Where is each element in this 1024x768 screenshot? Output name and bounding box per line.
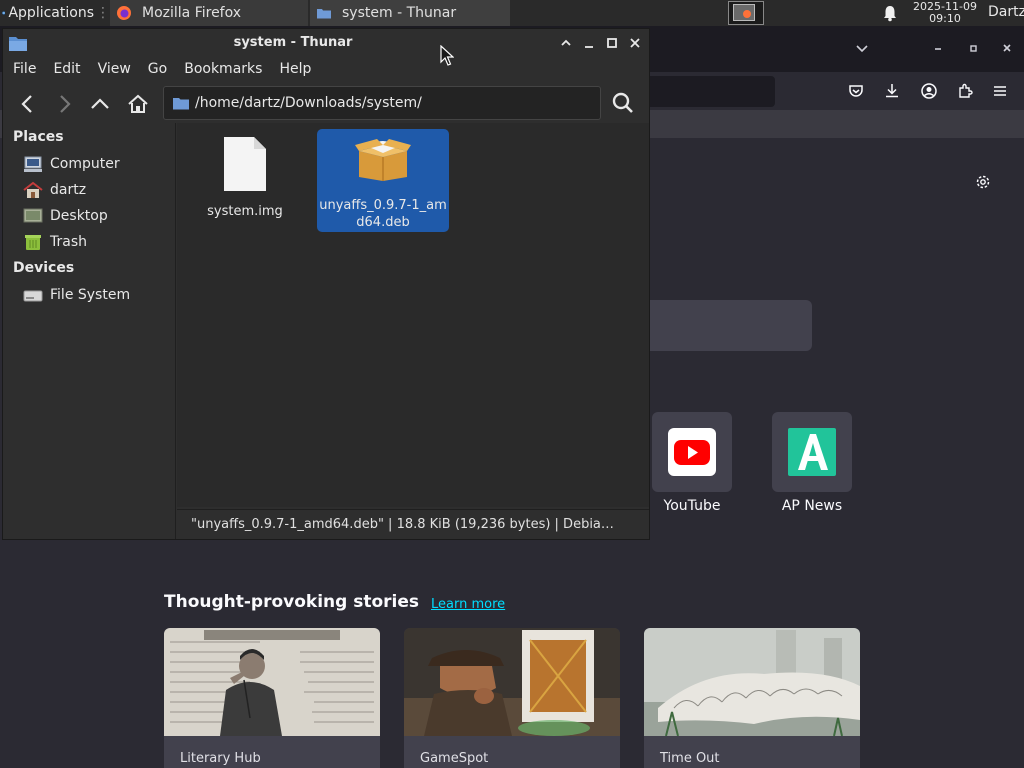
maximize-icon[interactable] <box>604 35 620 51</box>
file-name-line-1: unyaffs_0.9.7-1_am <box>319 198 447 213</box>
firefox-icon <box>117 6 131 20</box>
sidebar-item-trash[interactable]: Trash <box>3 229 175 255</box>
thunar-window-title: system - Thunar <box>233 35 353 50</box>
drive-icon <box>23 290 43 302</box>
user-menu[interactable]: Dartz <box>988 4 1024 20</box>
file-name-line-2: d64.deb <box>356 215 410 230</box>
applications-label: Applications <box>8 5 94 21</box>
file-name: system.img <box>207 204 283 219</box>
mouse-pointer-icon <box>440 45 454 66</box>
menu-view[interactable]: View <box>88 61 138 77</box>
package-icon <box>355 139 411 181</box>
taskbar-item-label: system - Thunar <box>342 5 457 21</box>
shortcut-label-youtube: YouTube <box>663 498 721 514</box>
thunar-window: system - Thunar File Edit View Go Bookma… <box>2 28 650 540</box>
hamburger-menu-icon[interactable] <box>991 82 1009 100</box>
minimize-icon[interactable] <box>928 38 948 58</box>
pager-firefox-icon <box>743 10 751 18</box>
story-card-gamespot[interactable]: GameSpot <box>404 628 620 768</box>
parent-folder-arrow-icon[interactable] <box>89 93 111 115</box>
sidebar-item-computer[interactable]: Computer <box>3 151 175 177</box>
story-source: Time Out <box>660 751 720 766</box>
notification-bell-icon[interactable] <box>881 4 899 22</box>
settings-gear-icon[interactable] <box>973 172 993 192</box>
thunar-sidebar: Places Computer dartz Desktop Trash Devi… <box>3 123 176 539</box>
menu-help[interactable]: Help <box>269 61 318 77</box>
workspace-pager[interactable] <box>728 1 764 25</box>
forward-arrow-icon[interactable] <box>53 93 75 115</box>
story-thumbnail-modern-building <box>644 628 860 736</box>
extensions-icon[interactable] <box>956 82 974 100</box>
folder-icon <box>317 9 331 19</box>
story-thumbnail-indiana-jones <box>404 628 620 736</box>
location-bar[interactable]: /home/dartz/Downloads/system/ <box>163 86 601 120</box>
shortcut-ap-news[interactable] <box>772 412 852 492</box>
places-header: Places <box>13 129 64 145</box>
taskbar-item-thunar[interactable]: system - Thunar <box>310 0 510 26</box>
trash-icon <box>25 235 41 250</box>
shade-icon[interactable] <box>558 35 574 51</box>
menu-edit[interactable]: Edit <box>43 61 87 77</box>
shortcut-label-ap-news: AP News <box>781 498 843 514</box>
status-bar: "unyaffs_0.9.7-1_amd64.deb" | 18.8 KiB (… <box>177 509 649 539</box>
computer-icon <box>24 156 42 172</box>
story-card-literary-hub[interactable]: Literary Hub <box>164 628 380 768</box>
pocket-icon[interactable] <box>847 82 865 100</box>
firefox-url-bar[interactable] <box>630 76 775 107</box>
menu-bookmarks[interactable]: Bookmarks <box>174 61 269 77</box>
back-arrow-icon[interactable] <box>17 93 39 115</box>
menu-separator-icon: ⋮ <box>96 5 110 21</box>
minimize-icon[interactable] <box>581 35 597 51</box>
folder-icon <box>173 98 189 110</box>
file-icon <box>224 137 266 191</box>
list-all-tabs-icon[interactable] <box>852 38 872 58</box>
sidebar-item-desktop[interactable]: Desktop <box>3 203 175 229</box>
clock[interactable]: 2025-11-09 09:10 <box>908 1 982 25</box>
thunar-titlebar[interactable]: system - Thunar <box>3 29 649 57</box>
account-icon[interactable] <box>920 82 938 100</box>
sidebar-item-label: Desktop <box>50 208 108 224</box>
applications-menu[interactable]: Applications ⋮ <box>0 0 110 26</box>
menu-go[interactable]: Go <box>138 61 174 77</box>
download-icon[interactable] <box>883 82 901 100</box>
taskbar-item-label: Mozilla Firefox <box>142 5 242 21</box>
shortcut-youtube[interactable] <box>652 412 732 492</box>
home-icon[interactable] <box>127 93 149 115</box>
devices-header: Devices <box>13 260 75 276</box>
location-path: /home/dartz/Downloads/system/ <box>195 95 422 111</box>
sidebar-item-dartz[interactable]: dartz <box>3 177 175 203</box>
maximize-icon[interactable] <box>963 38 983 58</box>
ap-news-icon <box>788 428 836 476</box>
close-icon[interactable] <box>627 35 643 51</box>
learn-more-link[interactable]: Learn more <box>431 597 505 612</box>
desktop-icon <box>23 208 43 223</box>
close-icon[interactable] <box>997 38 1017 58</box>
stories-heading: Thought-provoking stories <box>164 592 420 612</box>
thunar-menubar: File Edit View Go Bookmarks Help <box>3 57 649 81</box>
sidebar-item-label: dartz <box>50 182 87 198</box>
sidebar-item-label: File System <box>50 287 131 303</box>
file-item-unyaffs-deb[interactable]: unyaffs_0.9.7-1_am d64.deb <box>317 129 449 232</box>
story-source: GameSpot <box>420 751 489 766</box>
home-folder-icon <box>23 181 43 198</box>
search-icon[interactable] <box>611 91 635 115</box>
taskbar-item-firefox[interactable]: Mozilla Firefox <box>110 0 308 26</box>
clock-time: 09:10 <box>929 12 961 25</box>
sidebar-item-file-system[interactable]: File System <box>3 282 175 308</box>
menu-file[interactable]: File <box>3 61 43 77</box>
sidebar-item-label: Trash <box>50 234 87 250</box>
sidebar-item-label: Computer <box>50 156 120 172</box>
story-thumbnail-newspaper-speaker <box>164 628 380 736</box>
xfce-logo-icon <box>2 11 6 15</box>
file-item-system-img[interactable]: system.img <box>189 129 301 225</box>
file-view[interactable]: system.img unyaffs_0.9.7-1_am d64.deb <box>177 123 649 507</box>
story-source: Literary Hub <box>180 751 261 766</box>
youtube-icon <box>668 428 716 476</box>
story-card-time-out[interactable]: Time Out <box>644 628 860 768</box>
